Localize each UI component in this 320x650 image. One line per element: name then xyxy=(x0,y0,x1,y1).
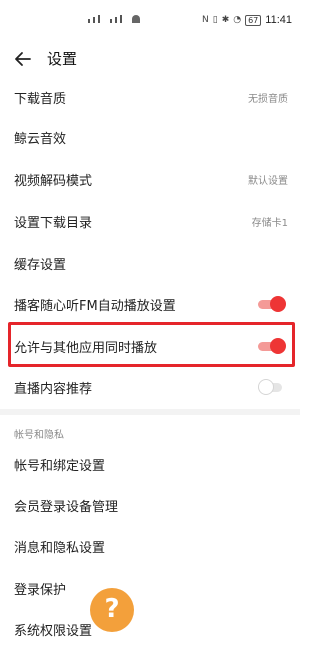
setting-label: 会员登录设备管理 xyxy=(14,500,119,515)
highlight-box xyxy=(8,322,295,367)
setting-account-binding[interactable]: 帐号和绑定设置 xyxy=(0,444,300,484)
setting-label: 消息和隐私设置 xyxy=(14,541,106,556)
wifi-icon xyxy=(132,15,140,23)
setting-live-recommend: 直播内容推荐 xyxy=(0,367,300,407)
back-arrow-icon[interactable] xyxy=(10,46,36,72)
help-button[interactable]: ? xyxy=(90,588,134,632)
setting-label: 帐号和绑定设置 xyxy=(14,459,106,474)
status-bar: N ▯ ✱ ◔ 67 11:41 xyxy=(0,0,300,40)
setting-download-quality[interactable]: 下载音质 无损音质 xyxy=(0,77,300,117)
alarm-icon: ◔ xyxy=(233,15,242,25)
setting-label: 设置下载目录 xyxy=(14,216,93,231)
live-recommend-toggle[interactable] xyxy=(258,379,286,395)
setting-label: 系统权限设置 xyxy=(14,624,93,639)
section-divider xyxy=(0,409,300,415)
setting-message-privacy[interactable]: 消息和隐私设置 xyxy=(0,526,300,566)
section-header-privacy: 帐号和隐私 xyxy=(14,430,64,441)
setting-label: 直播内容推荐 xyxy=(14,382,93,397)
setting-value: 无损音质 xyxy=(248,94,288,105)
setting-value: 存储卡1 xyxy=(251,218,288,229)
setting-sound-effect[interactable]: 鲸云音效 xyxy=(0,117,300,157)
setting-cache[interactable]: 缓存设置 xyxy=(0,243,300,283)
setting-label: 缓存设置 xyxy=(14,258,67,273)
setting-podcast-autoplay: 播客随心听FM自动播放设置 xyxy=(0,284,300,324)
setting-label: 鲸云音效 xyxy=(14,132,67,147)
setting-video-decode[interactable]: 视频解码模式 默认设置 xyxy=(0,159,300,199)
page-title: 设置 xyxy=(47,50,78,68)
toggle-knob xyxy=(270,296,286,312)
vibrate-icon: ▯ xyxy=(212,15,218,25)
setting-system-permissions[interactable]: 系统权限设置 xyxy=(0,609,300,649)
signal-icons xyxy=(88,15,140,23)
battery-indicator: 67 xyxy=(245,14,262,26)
setting-value: 默认设置 xyxy=(248,176,288,187)
setting-label: 视频解码模式 xyxy=(14,174,93,189)
setting-label: 播客随心听FM自动播放设置 xyxy=(14,299,176,314)
toggle-knob xyxy=(258,379,274,395)
setting-login-protection[interactable]: 登录保护 xyxy=(0,568,300,608)
setting-download-dir[interactable]: 设置下载目录 存储卡1 xyxy=(0,201,300,241)
podcast-autoplay-toggle[interactable] xyxy=(258,296,286,312)
status-time: 11:41 xyxy=(265,14,292,26)
setting-label: 下载音质 xyxy=(14,92,67,107)
setting-label: 登录保护 xyxy=(14,583,67,598)
setting-member-devices[interactable]: 会员登录设备管理 xyxy=(0,485,300,525)
question-mark-icon: ? xyxy=(104,594,120,624)
nfc-icon: N xyxy=(202,15,209,25)
bluetooth-icon: ✱ xyxy=(221,15,230,25)
app-header: 设置 xyxy=(0,40,300,80)
